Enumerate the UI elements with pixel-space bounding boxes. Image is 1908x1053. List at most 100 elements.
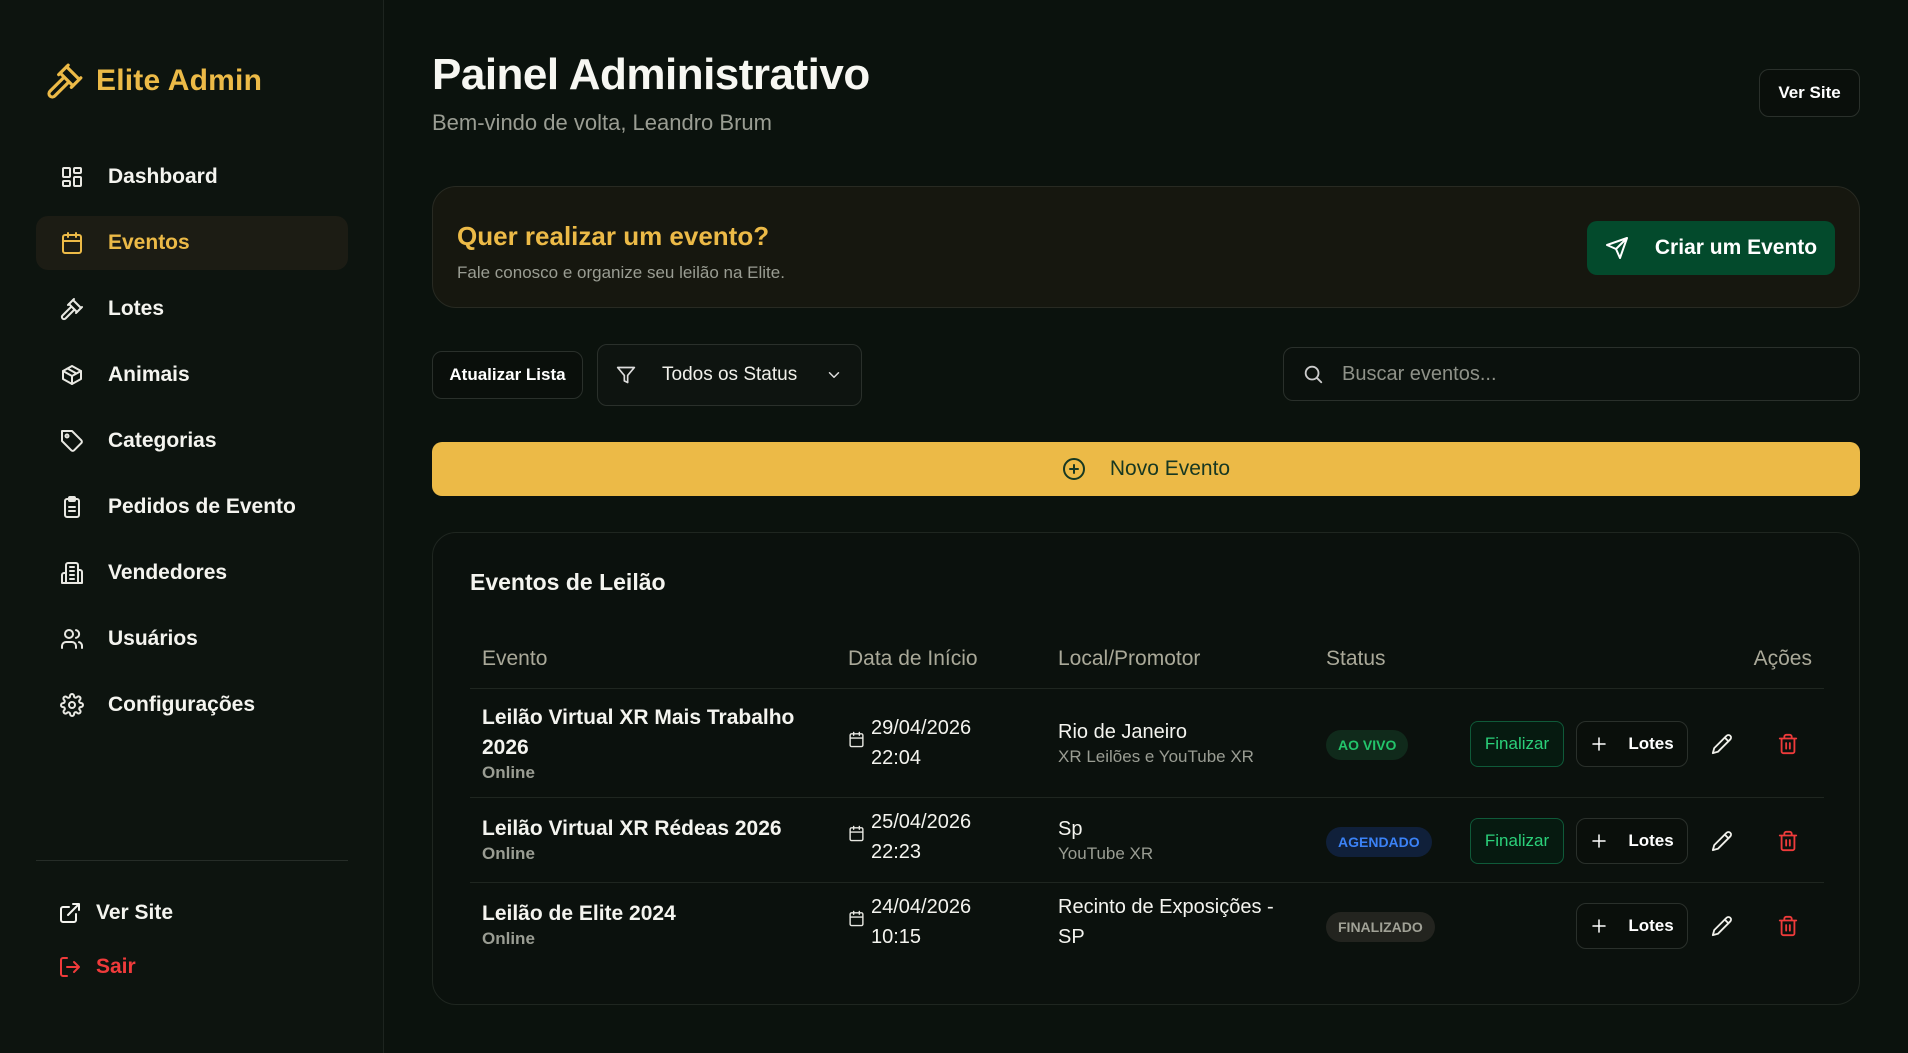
- event-date: 29/04/2026: [871, 717, 972, 739]
- ver-site-button[interactable]: Ver Site: [1759, 69, 1860, 117]
- sidebar-item-eventos[interactable]: Eventos: [36, 216, 348, 270]
- event-time: 22:04: [871, 747, 922, 769]
- new-event-label: Novo Evento: [1109, 457, 1231, 480]
- sidebar: Elite Admin Dashboard Eventos Lotes Anim…: [0, 0, 384, 1053]
- lotes-label: Lotes: [1628, 916, 1674, 935]
- event-date: 24/04/2026: [871, 896, 972, 918]
- welcome-subtitle: Bem-vindo de volta, Leandro Brum: [432, 110, 772, 135]
- sidebar-ver-site-link[interactable]: Ver Site: [58, 892, 173, 934]
- status-badge: AGENDADO: [1326, 827, 1432, 857]
- date-cell: 24/04/2026 10:15: [848, 892, 971, 952]
- event-promoter: XR Leilões e YouTube XR: [1058, 747, 1254, 766]
- users-icon: [61, 629, 84, 649]
- brand[interactable]: Elite Admin: [46, 62, 262, 100]
- calendar-icon: [849, 825, 864, 842]
- sidebar-item-pedidos-de-evento[interactable]: Pedidos de Evento: [36, 480, 348, 534]
- create-event-label: Criar um Evento: [1654, 236, 1818, 259]
- sidebar-item-label: Lotes: [108, 297, 165, 320]
- clipboard-icon: [64, 496, 80, 518]
- pencil-icon: [1711, 831, 1732, 852]
- send-icon: [1605, 237, 1628, 259]
- delete-button[interactable]: [1772, 728, 1804, 760]
- column-header-data: Data de Início: [848, 647, 978, 670]
- sidebar-item-animais[interactable]: Animais: [36, 348, 348, 402]
- event-cell: Leilão de Elite 2024 Online: [482, 899, 802, 949]
- calendar-icon: [62, 232, 82, 254]
- sidebar-item-label: Usuários: [108, 627, 198, 650]
- refresh-list-button[interactable]: Atualizar Lista: [432, 351, 583, 399]
- ver-site-label: Ver Site: [96, 901, 174, 924]
- finalize-button[interactable]: Finalizar: [1470, 818, 1564, 864]
- finalize-button[interactable]: Finalizar: [1470, 721, 1564, 767]
- plus-icon: [1592, 834, 1607, 848]
- sidebar-item-categorias[interactable]: Categorias: [36, 414, 348, 468]
- plus-icon: [1592, 919, 1607, 933]
- edit-button[interactable]: [1706, 825, 1738, 857]
- lotes-label: Lotes: [1628, 831, 1674, 850]
- chevron-down-icon: [828, 372, 840, 378]
- dashboard-icon: [62, 167, 82, 187]
- event-type: Online: [482, 844, 535, 863]
- local-cell: Sp YouTube XR: [1058, 814, 1288, 864]
- promo-card: Quer realizar um evento? Fale conosco e …: [432, 186, 1860, 308]
- logout-icon: [60, 957, 80, 977]
- lotes-button[interactable]: Lotes: [1576, 818, 1688, 864]
- sidebar-item-label: Dashboard: [108, 165, 218, 188]
- pencil-icon: [1711, 916, 1732, 937]
- new-event-button[interactable]: Novo Evento: [432, 442, 1860, 496]
- sidebar-item-dashboard[interactable]: Dashboard: [36, 150, 348, 204]
- edit-button[interactable]: [1706, 910, 1738, 942]
- event-date: 25/04/2026: [871, 811, 972, 833]
- table-title: Eventos de Leilão: [470, 569, 666, 595]
- pencil-icon: [1711, 734, 1732, 755]
- gear-icon: [60, 693, 84, 717]
- sidebar-bottom: Ver Site Sair: [58, 892, 173, 1000]
- sidebar-item-label: Animais: [108, 363, 190, 386]
- column-header-status: Status: [1326, 647, 1386, 670]
- sidebar-item-label: Configurações: [108, 693, 256, 716]
- local-cell: Rio de Janeiro XR Leilões e YouTube XR: [1058, 717, 1288, 767]
- building-icon: [61, 562, 83, 584]
- page-title: Painel Administrativo: [432, 50, 870, 99]
- status-filter-value: Todos os Status: [662, 364, 798, 385]
- delete-button[interactable]: [1772, 910, 1804, 942]
- events-table-card: Eventos de Leilão Evento Data de Início …: [432, 532, 1860, 1005]
- logout-label: Sair: [96, 955, 136, 978]
- lotes-button[interactable]: Lotes: [1576, 903, 1688, 949]
- event-cell: Leilão Virtual XR Rédeas 2026 Online: [482, 814, 842, 864]
- lotes-label: Lotes: [1628, 734, 1674, 753]
- delete-button[interactable]: [1772, 825, 1804, 857]
- event-name: Leilão de Elite 2024: [482, 902, 676, 925]
- sidebar-nav: Dashboard Eventos Lotes Animais Categori…: [36, 150, 348, 744]
- sidebar-divider: [36, 860, 348, 861]
- local-cell: Recinto de Exposições - SP: [1058, 892, 1288, 952]
- sidebar-item-configuracoes[interactable]: Configurações: [36, 678, 348, 732]
- logout-button[interactable]: Sair: [58, 946, 173, 988]
- event-local: Recinto de Exposições - SP: [1058, 896, 1274, 948]
- sidebar-item-usuarios[interactable]: Usuários: [36, 612, 348, 666]
- sidebar-item-lotes[interactable]: Lotes: [36, 282, 348, 336]
- status-filter-select[interactable]: Todos os Status: [597, 344, 862, 406]
- date-cell: 25/04/2026 22:23: [848, 807, 971, 867]
- sidebar-item-vendedores[interactable]: Vendedores: [36, 546, 348, 600]
- edit-button[interactable]: [1706, 728, 1738, 760]
- event-type: Online: [482, 929, 535, 948]
- promo-title: Quer realizar um evento?: [457, 221, 770, 251]
- plus-circle-icon: [1062, 458, 1085, 480]
- status-badge: AO VIVO: [1326, 730, 1409, 760]
- event-local: Sp: [1058, 818, 1083, 840]
- table-row: Leilão Virtual XR Mais Trabalho 2026 Onl…: [470, 690, 1824, 798]
- promo-text: Fale conosco e organize seu leilão na El…: [457, 263, 785, 282]
- create-event-button[interactable]: Criar um Evento: [1587, 221, 1835, 275]
- calendar-icon: [849, 731, 864, 748]
- trash-icon: [1778, 733, 1798, 755]
- plus-icon: [1592, 737, 1607, 751]
- trash-icon: [1778, 830, 1798, 852]
- gavel-icon: [47, 63, 83, 99]
- search-input[interactable]: [1342, 362, 1822, 386]
- event-name: Leilão Virtual XR Mais Trabalho 2026: [482, 706, 795, 759]
- column-header-local: Local/Promotor: [1058, 647, 1201, 670]
- lotes-button[interactable]: Lotes: [1576, 721, 1688, 767]
- box-icon: [62, 365, 82, 385]
- event-time: 10:15: [871, 926, 922, 948]
